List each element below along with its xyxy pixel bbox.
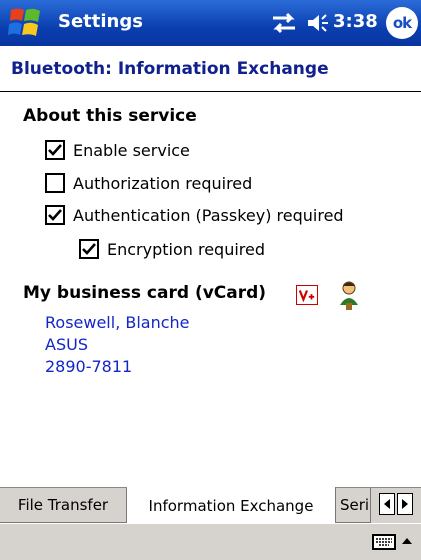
authentication-required-row[interactable]: Authentication (Passkey) required: [45, 201, 344, 229]
vcard-name: Rosewell, Blanche: [45, 313, 190, 332]
checkbox-label: Enable service: [73, 140, 190, 160]
keyboard-icon[interactable]: [372, 532, 396, 552]
encryption-required-checkbox[interactable]: [79, 239, 99, 259]
vcard-company: ASUS: [45, 335, 88, 354]
start-menu-icon[interactable]: [8, 6, 44, 40]
checkbox-label: Authentication (Passkey) required: [73, 205, 344, 225]
authorization-required-checkbox[interactable]: [45, 173, 65, 193]
authentication-required-checkbox[interactable]: [45, 205, 65, 225]
enable-service-row[interactable]: Enable service: [45, 136, 190, 164]
page-title: Bluetooth: Information Exchange: [11, 59, 329, 79]
tab-scroll-left-button[interactable]: [379, 493, 395, 515]
window-title: Settings: [58, 11, 143, 32]
vcard-icon[interactable]: [296, 285, 318, 305]
connectivity-icon[interactable]: [269, 8, 299, 38]
encryption-required-row[interactable]: Encryption required: [79, 235, 265, 263]
section-title-vcard: My business card (vCard): [23, 283, 267, 303]
vcard-phone: 2890-7811: [45, 357, 133, 376]
tab-information-exchange[interactable]: Information Exchange: [127, 487, 336, 524]
arrow-right-icon: [402, 499, 408, 509]
input-panel-arrow-icon[interactable]: [401, 536, 413, 546]
tab-serial[interactable]: Seri: [336, 488, 371, 523]
page-header: Bluetooth: Information Exchange: [0, 46, 421, 92]
section-title-about: About this service: [23, 106, 197, 126]
tab-scroll-right-button[interactable]: [397, 493, 413, 515]
volume-icon[interactable]: [305, 11, 331, 35]
checkbox-label: Authorization required: [73, 173, 253, 193]
contacts-icon[interactable]: [334, 279, 364, 311]
menu-bar: [0, 523, 421, 560]
title-bar: Settings 3:38 ok: [0, 0, 421, 46]
clock[interactable]: 3:38: [333, 11, 378, 32]
authorization-required-row[interactable]: Authorization required: [45, 169, 252, 197]
checkbox-label: Encryption required: [107, 239, 266, 259]
tab-strip: File Transfer Information Exchange Seri: [0, 487, 421, 524]
enable-service-checkbox[interactable]: [45, 140, 65, 160]
tab-file-transfer[interactable]: File Transfer: [0, 488, 127, 523]
arrow-left-icon: [384, 499, 390, 509]
ok-button[interactable]: ok: [386, 7, 418, 39]
